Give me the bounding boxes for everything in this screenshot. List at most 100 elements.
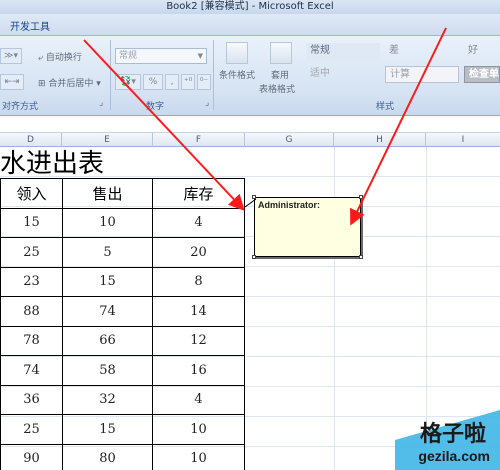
table-cell[interactable]: 8 [152,266,245,297]
table-row: 15 10 4 [0,207,245,238]
table-cell[interactable]: 74 [62,296,153,327]
table-cell[interactable]: 23 [0,266,63,297]
comment-author: Administrator: [258,200,321,210]
indent-icon: ⇤⇥ [4,77,20,87]
table-cell[interactable]: 15 [0,207,63,238]
grid-line [334,147,335,470]
style-normal[interactable]: 常规 [306,43,380,60]
format-as-table-label-1[interactable]: 套用 [271,68,289,81]
table-cell[interactable]: 80 [62,443,153,470]
orientation-button[interactable]: ≫▾ [0,48,22,64]
tab-developer[interactable]: 开发工具 [10,18,50,33]
table-cell[interactable]: 4 [152,207,245,238]
percent-button[interactable]: % [143,74,163,90]
table-row: 78 66 12 [0,325,245,356]
indent-button[interactable]: ⇤⇥ [0,74,24,90]
table-cell[interactable]: 90 [0,443,63,470]
table-cell[interactable]: 10 [62,207,153,238]
header-received[interactable]: 领入 [0,178,63,209]
table-cell[interactable]: 10 [152,443,245,470]
decrease-decimal-button[interactable]: ⁰⁻ [197,74,211,90]
table-row: 25 5 20 [0,237,245,268]
group-divider [213,40,214,110]
table-cell[interactable]: 88 [0,296,63,327]
formula-bar-area [0,116,500,133]
table-row: 90 80 10 [0,443,245,470]
table-cell[interactable]: 14 [152,296,245,327]
currency-button[interactable]: 💱▾ [115,74,141,90]
table-cell[interactable]: 36 [0,384,63,415]
column-header-f[interactable]: F [153,133,245,147]
style-check-cell[interactable]: 检查单 [464,66,500,83]
merge-center-label: 合并后居中 [48,79,94,89]
wrap-text-icon: ⤶ [38,53,46,63]
currency-icon: 💱▾ [120,77,136,87]
comment-resize-handle[interactable] [252,195,256,199]
table-cell[interactable]: 58 [62,355,153,386]
table-row: 25 15 10 [0,414,245,445]
merge-icon: ⊞ [38,79,49,89]
table-cell[interactable]: 74 [0,355,63,386]
number-format-dropdown[interactable]: 常规 ▼ [115,48,207,64]
styles-group-label: 样式 [376,102,395,112]
table-cell[interactable]: 78 [0,325,63,356]
style-neutral[interactable]: 适中 [306,66,380,83]
format-as-table-label-2[interactable]: 表格格式 [259,82,295,95]
column-header-d[interactable]: D [0,133,62,147]
cell-comment[interactable]: Administrator: [254,197,361,257]
comma-button[interactable]: , [165,74,179,90]
column-header-e[interactable]: E [62,133,153,147]
group-divider [110,40,111,110]
increase-decimal-icon: ⁺⁰ [183,77,193,87]
column-header-h[interactable]: H [334,133,426,147]
wrap-text-button[interactable]: ⤶ 自动换行 [38,50,82,63]
comment-resize-handle[interactable] [359,195,363,199]
table-cell[interactable]: 20 [152,237,245,268]
style-bad[interactable]: 差 [385,43,459,60]
table-cell[interactable]: 32 [62,384,153,415]
increase-decimal-button[interactable]: ⁺⁰ [181,74,195,90]
dialog-launcher-icon[interactable]: ⌟ [99,98,103,108]
table-header-row: 领入 售出 库存 [0,178,245,209]
table-cell[interactable]: 15 [62,266,153,297]
table-cell[interactable]: 10 [152,414,245,445]
watermark: 格子啦 gezila.com [395,410,500,470]
table-cell[interactable]: 66 [62,325,153,356]
table-cell[interactable]: 16 [152,355,245,386]
table-row: 88 74 14 [0,296,245,327]
column-header-i[interactable]: I [426,133,500,147]
table-row: 74 58 16 [0,355,245,386]
table-cell[interactable]: 4 [152,384,245,415]
dialog-launcher-icon[interactable]: ⌟ [205,98,209,108]
watermark-domain: gezila.com [418,448,490,464]
sheet-title[interactable]: 水进出表 [0,148,104,180]
format-table-icon [270,42,292,64]
comment-resize-handle[interactable] [252,255,256,259]
header-stock[interactable]: 库存 [152,178,245,209]
table-cell[interactable]: 12 [152,325,245,356]
table-cell[interactable]: 5 [62,237,153,268]
conditional-format-icon [226,42,248,64]
conditional-format-button[interactable]: 条件格式 [219,68,255,81]
table-cell[interactable]: 15 [62,414,153,445]
comment-resize-handle[interactable] [359,255,363,259]
decrease-decimal-icon: ⁰⁻ [199,77,209,87]
table-cell[interactable]: 25 [0,237,63,268]
alignment-group-label: 对齐方式 [2,102,39,112]
table-row: 23 15 8 [0,266,245,297]
style-calculation[interactable]: 计算 [385,66,459,83]
chevron-down-icon: ▼ [197,52,203,60]
chevron-down-icon: ▾ [93,79,101,89]
merge-center-button[interactable]: ⊞ 合并后居中 ▾ [38,76,101,89]
header-sold[interactable]: 售出 [62,178,153,209]
number-format-value: 常规 [119,51,138,61]
table-row: 36 32 4 [0,384,245,415]
watermark-brand: 格子啦 [419,422,486,447]
table-cell[interactable]: 25 [0,414,63,445]
column-header-g[interactable]: G [245,133,334,147]
style-good[interactable]: 好 [464,43,500,60]
orientation-icon: ≫▾ [4,51,18,61]
comma-label: , [170,77,174,87]
column-header-row: D E F G H I [0,133,500,147]
window-title-bar: Book2 [兼容模式] - Microsoft Excel [0,0,500,14]
